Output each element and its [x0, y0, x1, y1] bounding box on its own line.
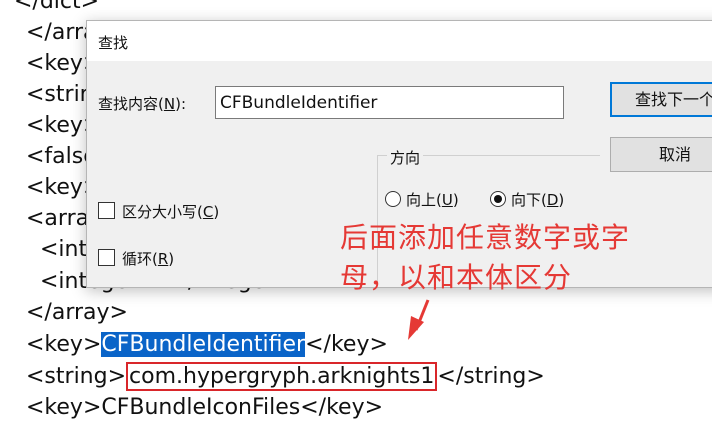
highlighted-bundle-id: com.hypergryph.arknights1 [126, 362, 438, 391]
match-case-checkbox[interactable] [98, 202, 115, 219]
direction-up-radio[interactable] [385, 191, 401, 207]
code-line-key: <key>CFBundleIdentifier</key> [26, 332, 388, 357]
dialog-titlebar[interactable]: 查找 [87, 21, 712, 61]
match-case-label: 区分大小写(C) [122, 203, 220, 221]
cancel-button[interactable]: 取消 [610, 137, 712, 172]
find-next-button[interactable]: 查找下一个 [610, 82, 712, 117]
code-line-string: <string> com.hypergryph.arknights1 </strin… [26, 362, 545, 391]
wrap-around-label: 循环(R) [122, 250, 175, 268]
dialog-title: 查找 [98, 34, 129, 52]
annotation-text: 后面添加任意数字或字母，以和本体区分 [340, 221, 631, 294]
selected-text: CFBundleIdentifier [101, 332, 306, 357]
code-line-array-close: </array> [26, 300, 128, 325]
code-line: </dict> [14, 0, 100, 14]
direction-up-label: 向上(U) [406, 191, 459, 209]
find-what-input[interactable] [215, 86, 564, 119]
code-line: <key>CFBundleIconFiles</key> [26, 395, 384, 420]
wrap-around-checkbox[interactable] [98, 249, 115, 266]
direction-down-radio[interactable] [490, 191, 506, 207]
direction-down-label: 向下(D) [511, 191, 565, 209]
find-what-label: 查找内容(N): [98, 95, 186, 113]
direction-group-title: 方向 [387, 147, 424, 168]
